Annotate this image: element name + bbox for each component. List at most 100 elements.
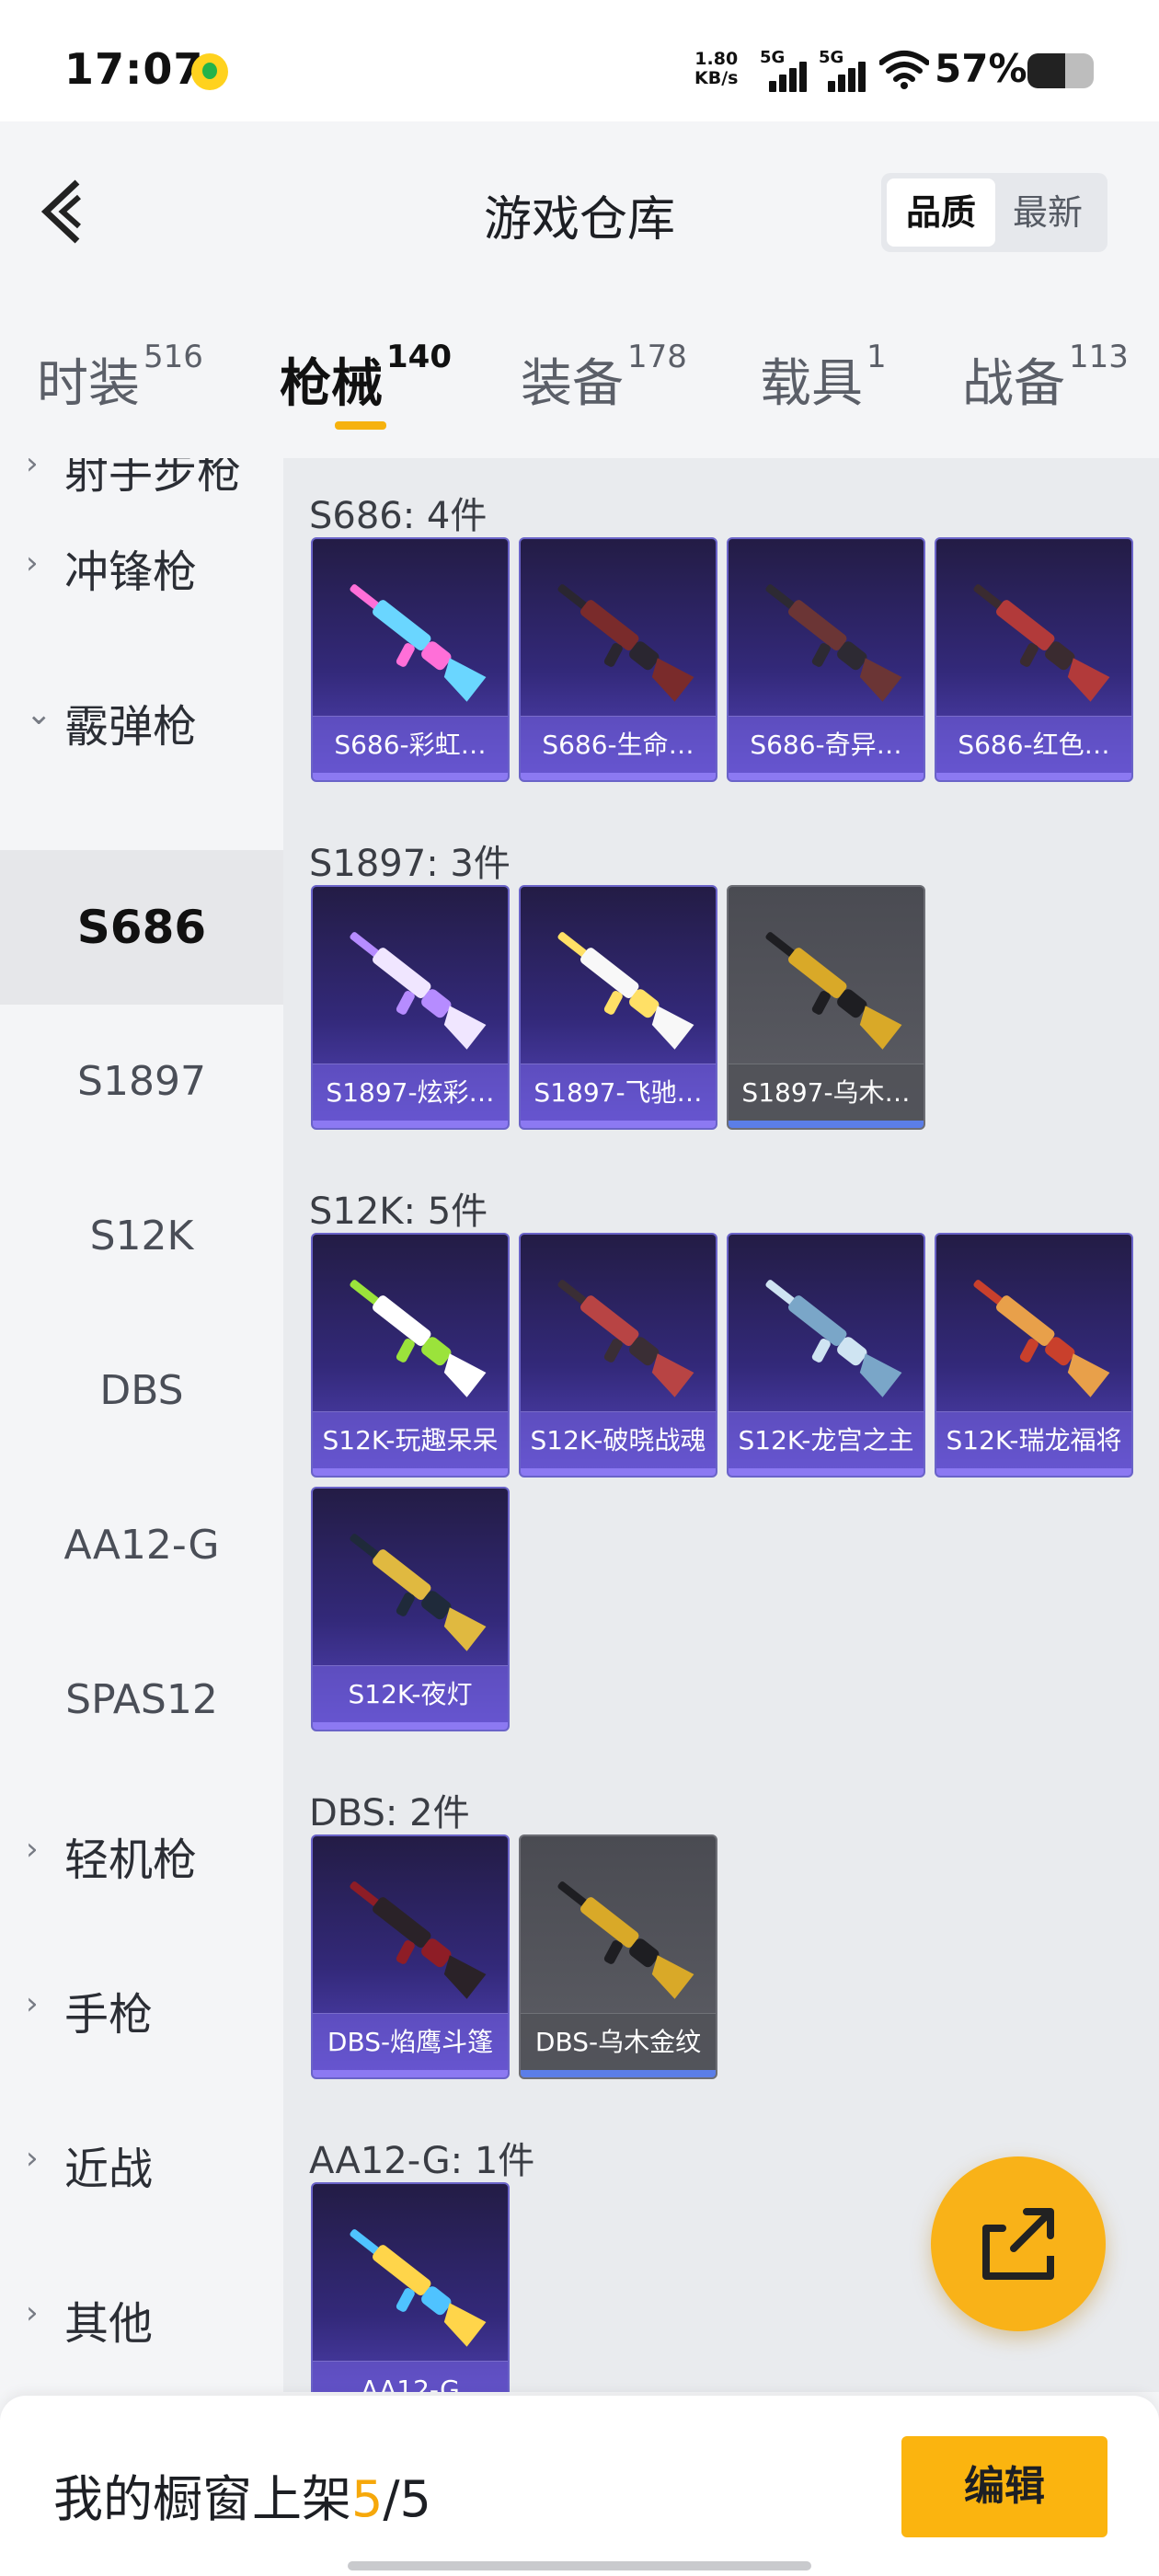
battery-percent: 57% — [935, 46, 1027, 91]
weapon-skin-name: S12K-夜灯 — [313, 1665, 508, 1722]
sidebar-item-label: 轻机枪 — [64, 1834, 198, 1886]
tab-count: 178 — [627, 339, 687, 375]
weapon-skin-card[interactable]: AA12-G — [311, 2182, 510, 2392]
weapon-skin-image — [765, 1280, 902, 1397]
weapon-skin-card[interactable]: S12K-龙宫之主 — [727, 1233, 925, 1478]
showcase-total: /5 — [383, 2470, 431, 2528]
tab-count: 113 — [1069, 339, 1129, 375]
weapon-skin-card[interactable]: S12K-瑞龙福将 — [935, 1233, 1133, 1478]
group-title: S1897: 3件 — [309, 843, 511, 885]
weapon-skin-card[interactable]: S12K-破晓战魂 — [519, 1233, 717, 1478]
sidebar-sub-s686[interactable]: S686 — [0, 850, 283, 1005]
status-bar: 17:07 1.80 KB/s 5G 5G 57% — [0, 0, 1159, 121]
weapon-skin-card[interactable]: DBS-乌木金纹 — [519, 1834, 717, 2079]
tab-outfits[interactable]: 时装 516 — [37, 339, 203, 417]
weapon-skin-card[interactable]: S686-奇异… — [727, 537, 925, 782]
sort-by-quality[interactable]: 品质 — [887, 178, 995, 247]
sidebar-sub-aa12g[interactable]: AA12-G — [0, 1468, 283, 1623]
tab-equipment[interactable]: 装备 178 — [521, 339, 687, 417]
sidebar-item-label: 冲锋枪 — [64, 546, 198, 598]
sidebar-item-other[interactable]: › 其他 — [0, 2241, 283, 2392]
edit-button[interactable]: 编辑 — [901, 2436, 1107, 2537]
home-indicator[interactable] — [348, 2561, 811, 2570]
weapon-skin-name: AA12-G — [313, 2361, 508, 2392]
weapon-skin-image — [557, 932, 694, 1050]
weapon-skin-card[interactable]: S1897-乌木… — [727, 885, 925, 1130]
showcase-bar: 我的橱窗上架5/5 编辑 — [0, 2396, 1159, 2576]
chevron-right-icon: › — [26, 2140, 39, 2177]
rarity-strip — [521, 1468, 716, 1476]
battery-level — [1027, 53, 1066, 88]
weapon-skin-name: S686-红色… — [936, 716, 1131, 773]
weapon-skin-image — [350, 932, 487, 1050]
weapon-skin-image — [973, 584, 1110, 702]
weapon-skin-image — [350, 1881, 487, 1999]
tab-label: 战备 — [962, 354, 1065, 414]
sidebar-sub-spas12[interactable]: SPAS12 — [0, 1623, 283, 1777]
sidebar-item-label: 射手步枪 — [64, 458, 242, 499]
sidebar-item-shotgun[interactable]: ⌄ 霰弹枪 — [0, 686, 283, 841]
weapon-skin-image — [557, 1280, 694, 1397]
sidebar-item-label: 霰弹枪 — [64, 701, 198, 753]
weapon-skin-list[interactable]: S686: 4件 S1897: 3件 S12K: 5件 DBS: 2件 AA12… — [283, 458, 1159, 2392]
rarity-strip — [313, 1468, 508, 1476]
sort-by-newest[interactable]: 最新 — [993, 178, 1102, 247]
chevron-right-icon: › — [26, 1831, 39, 1868]
weapon-skin-card[interactable]: S686-生命… — [519, 537, 717, 782]
weapon-skin-card[interactable]: S12K-玩趣呆呆 — [311, 1233, 510, 1478]
share-out-icon[interactable] — [931, 2156, 1106, 2331]
tab-label: 装备 — [521, 354, 624, 414]
weapon-skin-name: S686-奇异… — [729, 716, 924, 773]
tab-supplies[interactable]: 战备 113 — [962, 339, 1129, 417]
weapon-skin-card[interactable]: S12K-夜灯 — [311, 1487, 510, 1731]
rarity-strip — [729, 773, 924, 780]
tab-vehicles[interactable]: 载具 1 — [760, 339, 887, 417]
tab-count: 516 — [143, 339, 203, 375]
sidebar-item-smg[interactable]: › 冲锋枪 — [0, 532, 283, 686]
sidebar-item-lmg[interactable]: › 轻机枪 — [0, 1777, 283, 1932]
sidebar-sub-dbs[interactable]: DBS — [0, 1314, 283, 1468]
tab-count: 1 — [866, 339, 887, 375]
weapon-skin-card[interactable]: S686-彩虹… — [311, 537, 510, 782]
group-title: S12K: 5件 — [309, 1190, 488, 1233]
network-speed: 1.80 KB/s — [694, 50, 738, 88]
sort-toggle[interactable]: 品质 最新 — [881, 173, 1107, 252]
weapon-skin-name: S12K-破晓战魂 — [521, 1411, 716, 1468]
sidebar-item-marksman-rifle[interactable]: › 射手步枪 — [0, 458, 283, 537]
wifi-icon — [879, 51, 929, 89]
weapon-skin-name: S686-生命… — [521, 716, 716, 773]
weapon-skin-card[interactable]: S1897-飞驰… — [519, 885, 717, 1130]
chevron-right-icon: › — [26, 2294, 39, 2331]
sidebar-item-label: 手枪 — [64, 1989, 154, 2041]
weapon-skin-image — [765, 584, 902, 702]
weapon-skin-image — [973, 1280, 1110, 1397]
chevron-down-icon: ⌄ — [26, 696, 52, 732]
network-speed-unit: KB/s — [694, 68, 739, 88]
rarity-strip — [521, 2070, 716, 2077]
weapon-skin-name: S12K-瑞龙福将 — [936, 1411, 1131, 1468]
tab-label: 时装 — [37, 354, 140, 414]
rarity-strip — [729, 1121, 924, 1128]
group-title: AA12-G: 1件 — [309, 2140, 535, 2182]
rarity-strip — [313, 2070, 508, 2077]
weapon-skin-card[interactable]: DBS-焰鹰斗篷 — [311, 1834, 510, 2079]
sim2-label: 5G — [819, 48, 844, 67]
showcase-label: 我的橱窗上架5/5 — [53, 2458, 431, 2531]
battery-icon — [1027, 53, 1094, 88]
weapon-skin-name: S12K-龙宫之主 — [729, 1411, 924, 1468]
rarity-strip — [313, 1121, 508, 1128]
weapon-skin-name: DBS-乌木金纹 — [521, 2013, 716, 2070]
weapon-skin-name: S686-彩虹… — [313, 716, 508, 773]
sidebar-item-label: 近战 — [64, 2144, 154, 2195]
tab-weapons[interactable]: 枪械 140 — [280, 339, 452, 417]
weapon-category-sidebar[interactable]: › 射手步枪 › 冲锋枪 ⌄ 霰弹枪 S686 S1897 S12K DBS A… — [0, 458, 283, 2392]
weapon-skin-image — [765, 932, 902, 1050]
weapon-skin-card[interactable]: S1897-炫彩… — [311, 885, 510, 1130]
sidebar-sub-s12k[interactable]: S12K — [0, 1159, 283, 1314]
tab-label: 枪械 — [280, 354, 383, 414]
sidebar-item-pistol[interactable]: › 手枪 — [0, 1932, 283, 2087]
sidebar-item-melee[interactable]: › 近战 — [0, 2087, 283, 2241]
sidebar-sub-s1897[interactable]: S1897 — [0, 1005, 283, 1159]
weapon-skin-image — [350, 584, 487, 702]
weapon-skin-card[interactable]: S686-红色… — [935, 537, 1133, 782]
